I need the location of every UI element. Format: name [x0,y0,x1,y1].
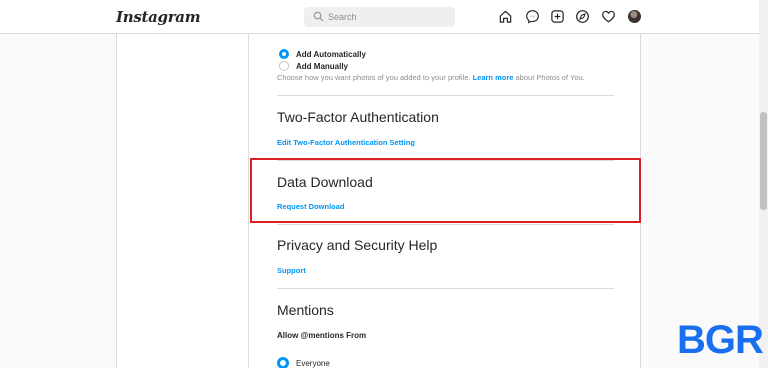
settings-sidebar [116,34,249,368]
help-text-suffix: about Photos of You. [515,73,585,82]
search-icon [313,11,324,22]
scrollbar-thumb[interactable] [760,112,767,210]
instagram-logo[interactable]: Instagram [116,8,201,26]
search-input[interactable] [328,9,450,25]
home-icon[interactable] [498,9,513,24]
radio-unselected[interactable] [279,61,289,71]
option-label: Add Manually [296,61,349,71]
privacy-settings-panel: Add Automatically Add Manually Choose ho… [249,34,641,368]
bgr-watermark: BGR [677,318,764,362]
photos-of-you-help-text: Choose how you want photos of you added … [277,73,585,82]
section-divider [277,288,614,289]
option-add-automatically[interactable]: Add Automatically [279,48,366,60]
option-label: Add Automatically [296,49,366,59]
search-box[interactable] [304,7,455,27]
request-download-link[interactable]: Request Download [277,202,345,211]
learn-more-link[interactable]: Learn more [473,73,514,82]
privacy-help-title: Privacy and Security Help [277,237,438,253]
edit-two-factor-link[interactable]: Edit Two-Factor Authentication Setting [277,138,415,147]
top-navigation-bar: Instagram [0,0,768,34]
new-post-icon[interactable] [550,9,565,24]
activity-heart-icon[interactable] [601,9,616,24]
two-factor-title: Two-Factor Authentication [277,109,439,125]
section-divider [277,160,614,161]
option-label: Everyone [296,358,330,368]
messenger-icon[interactable] [525,9,540,24]
page-scrollbar[interactable] [759,0,768,368]
help-text-prefix: Choose how you want photos of you added … [277,73,471,82]
option-add-manually[interactable]: Add Manually [279,60,348,72]
option-everyone[interactable]: Everyone [277,357,330,368]
allow-mentions-heading: Allow @mentions From [277,331,367,340]
radio-selected[interactable] [277,357,289,368]
support-link[interactable]: Support [277,266,306,275]
mentions-title: Mentions [277,302,334,318]
profile-avatar[interactable] [628,10,641,23]
section-divider [277,224,614,225]
section-divider [277,95,614,96]
explore-icon[interactable] [575,9,590,24]
radio-selected[interactable] [279,49,289,59]
data-download-title: Data Download [277,174,373,190]
